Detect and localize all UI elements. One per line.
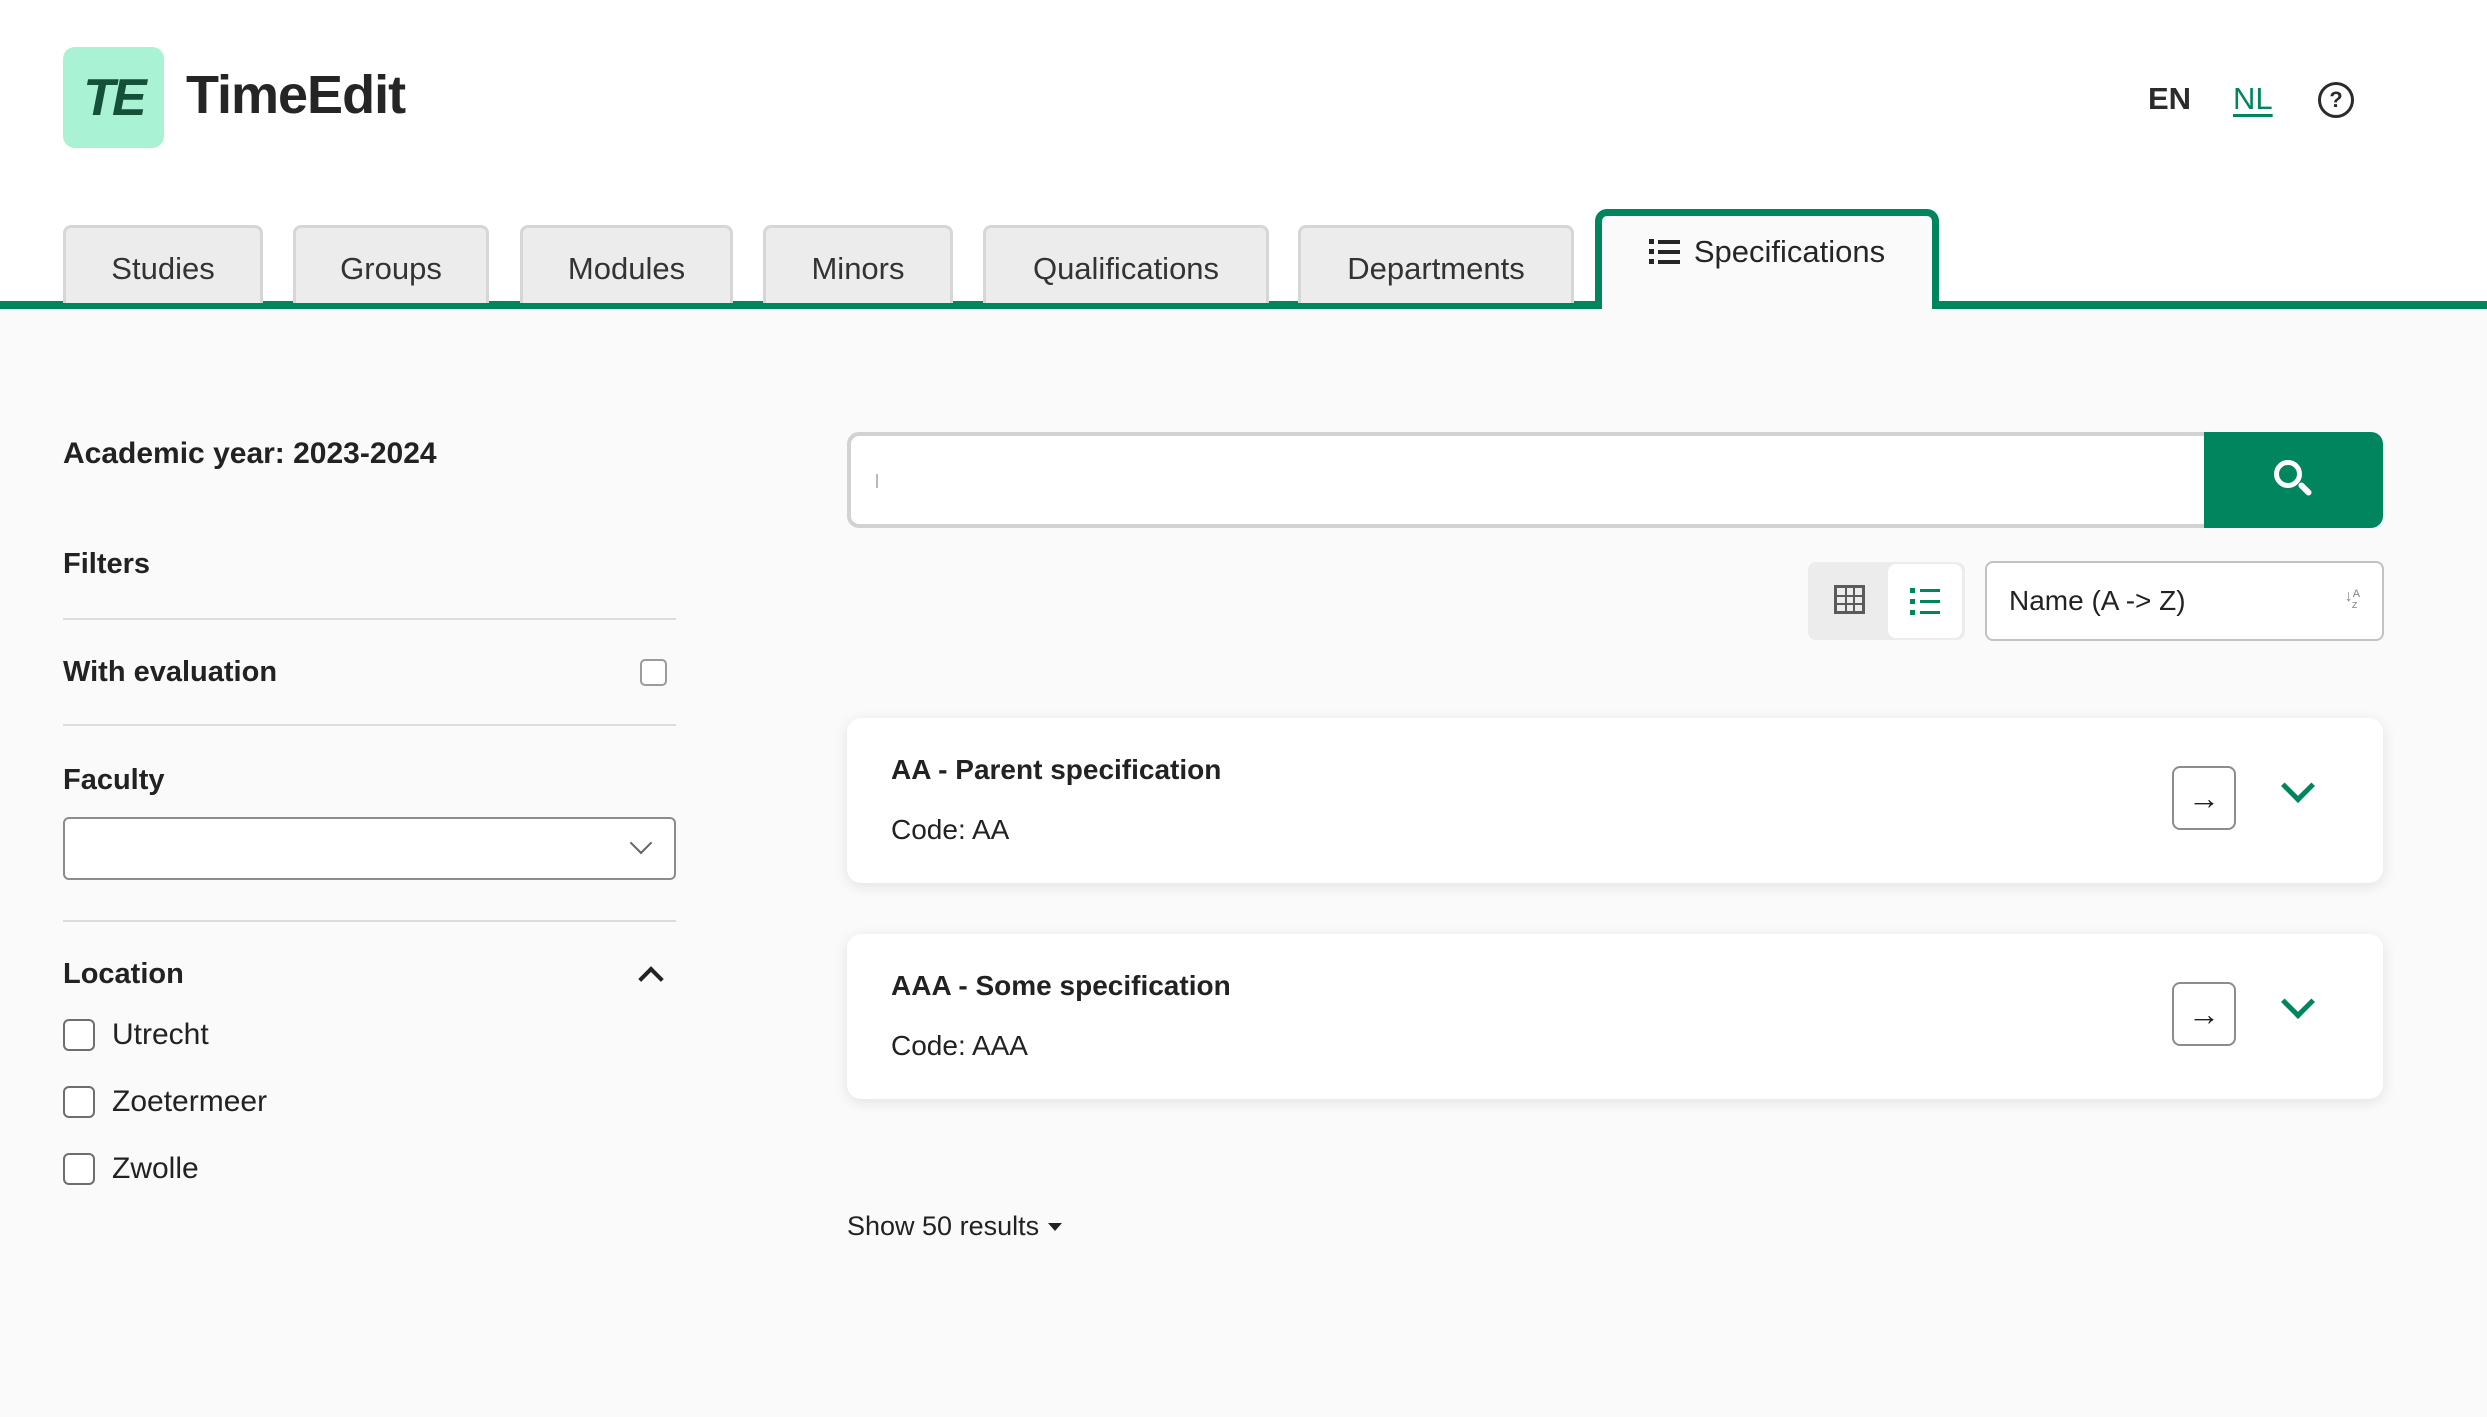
checkbox[interactable] — [63, 1153, 95, 1185]
filters-heading: Filters — [63, 548, 151, 580]
tab-label: Specifications — [1693, 233, 1886, 269]
chevron-down-icon[interactable] — [2281, 769, 2315, 803]
chevron-up-icon[interactable] — [638, 966, 664, 992]
academic-year: Academic year: 2023-2024 — [63, 437, 437, 470]
text-caret — [876, 474, 878, 488]
tab-label: Departments — [1347, 250, 1525, 286]
help-glyph: ? — [2329, 87, 2343, 112]
arrow-right-icon[interactable]: → — [2172, 766, 2236, 830]
logo-text: TE — [83, 68, 146, 127]
tab-label: Studies — [111, 250, 215, 286]
page-size-select[interactable]: Show 50 results — [847, 1211, 1063, 1242]
language-en-link[interactable]: EN — [2148, 81, 2191, 117]
location-option-zwolle[interactable]: Zwolle — [63, 1152, 199, 1186]
tab-qualifications[interactable]: Qualifications — [983, 225, 1269, 303]
result-title: AA - Parent specification — [891, 754, 1222, 785]
tab-label: Modules — [567, 250, 686, 286]
divider — [63, 618, 676, 620]
faculty-select[interactable] — [63, 817, 676, 880]
tab-minors[interactable]: Minors — [763, 225, 953, 303]
search-input[interactable] — [847, 432, 2207, 528]
location-option-zoetermeer[interactable]: Zoetermeer — [63, 1085, 267, 1119]
list-view-icon — [1910, 587, 1940, 615]
tab-studies[interactable]: Studies — [63, 225, 263, 303]
timeedit-logo[interactable]: TE — [63, 47, 164, 148]
grid-view-icon[interactable] — [1834, 585, 1865, 614]
arrow-right-icon[interactable]: → — [2172, 982, 2236, 1046]
divider — [63, 724, 676, 726]
with-evaluation-label: With evaluation — [63, 656, 278, 688]
tab-label: Groups — [340, 250, 442, 286]
tab-label: Minors — [811, 250, 905, 286]
chevron-down-icon — [629, 831, 653, 855]
location-option-label: Zwolle — [112, 1152, 199, 1185]
sort-select[interactable]: Name (A -> Z) ↓ᴬ ᶻ — [1985, 561, 2384, 641]
result-card[interactable]: AA - Parent specification Code: AA → — [847, 718, 2383, 883]
help-circle-icon[interactable]: ? — [2318, 82, 2354, 118]
search-button[interactable] — [2204, 432, 2383, 528]
checkbox[interactable] — [63, 1086, 95, 1118]
location-option-label: Utrecht — [112, 1018, 209, 1051]
page-size-label: Show 50 results — [847, 1211, 1040, 1241]
tab-departments[interactable]: Departments — [1298, 225, 1574, 303]
result-card[interactable]: AAA - Some specification Code: AAA → — [847, 934, 2383, 1099]
tab-label: Qualifications — [1032, 250, 1220, 286]
with-evaluation-checkbox[interactable] — [640, 659, 667, 686]
tab-groups[interactable]: Groups — [293, 225, 489, 303]
chevron-down-icon[interactable] — [2281, 985, 2315, 1019]
brand-name: TimeEdit — [186, 65, 406, 125]
location-option-label: Zoetermeer — [112, 1085, 268, 1118]
location-option-utrecht[interactable]: Utrecht — [63, 1018, 209, 1052]
language-nl-link[interactable]: NL — [2233, 81, 2273, 117]
checkbox[interactable] — [63, 1019, 95, 1051]
search-icon — [2272, 458, 2316, 502]
caret-down-icon — [1048, 1222, 1063, 1231]
result-code: Code: AAA — [891, 1030, 1028, 1061]
location-label: Location — [63, 958, 184, 990]
tab-specifications[interactable]: Specifications — [1595, 209, 1939, 309]
list-icon — [1648, 239, 1680, 264]
faculty-label: Faculty — [63, 764, 165, 796]
result-code: Code: AA — [891, 814, 1010, 845]
tab-modules[interactable]: Modules — [520, 225, 733, 303]
list-view-button[interactable] — [1888, 564, 1962, 638]
sort-selected-value: Name (A -> Z) — [2009, 585, 2186, 616]
divider — [63, 920, 676, 922]
sort-alpha-icon: ↓ᴬ ᶻ — [2344, 588, 2360, 616]
result-title: AAA - Some specification — [891, 970, 1231, 1001]
